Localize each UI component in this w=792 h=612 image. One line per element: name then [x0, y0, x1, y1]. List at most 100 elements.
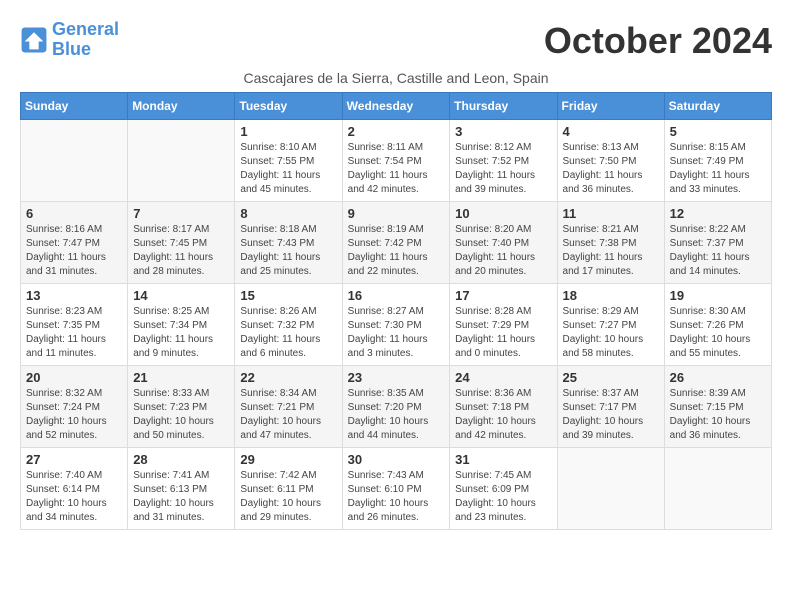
day-info: Sunrise: 8:18 AM Sunset: 7:43 PM Dayligh… — [240, 223, 336, 279]
calendar-cell: 1 Sunrise: 8:10 AM Sunset: 7:55 PM Daylig… — [235, 120, 342, 202]
day-info: Sunrise: 8:10 AM Sunset: 7:55 PM Dayligh… — [240, 141, 336, 197]
day-info: Sunrise: 8:28 AM Sunset: 7:29 PM Dayligh… — [455, 305, 551, 361]
subtitle: Cascajares de la Sierra, Castille and Le… — [20, 70, 772, 86]
calendar-cell: 16Sunrise: 8:27 AM Sunset: 7:30 PM Dayli… — [342, 284, 450, 366]
calendar-cell: 20 Sunrise: 8:32 AM Sunset: 7:24 PM Dayli… — [21, 366, 128, 448]
day-info: Sunrise: 7:43 AM Sunset: 6:10 PM Dayligh… — [348, 469, 445, 525]
day-number: 20 — [26, 370, 122, 385]
calendar-cell: 28Sunrise: 7:41 AM Sunset: 6:13 PM Dayli… — [128, 448, 235, 530]
weekday-header-row: SundayMondayTuesdayWednesdayThursdayFrid… — [21, 93, 772, 120]
day-number: 13 — [26, 288, 122, 303]
day-info: Sunrise: 8:15 AM Sunset: 7:49 PM Dayligh… — [670, 141, 766, 197]
day-info: Sunrise: 7:42 AM Sunset: 6:11 PM Dayligh… — [240, 469, 336, 525]
calendar-cell — [557, 448, 664, 530]
day-info: Sunrise: 8:11 AM Sunset: 7:54 PM Dayligh… — [348, 141, 445, 197]
day-info: Sunrise: 8:23 AM Sunset: 7:35 PM Dayligh… — [26, 305, 122, 361]
calendar-cell: 18Sunrise: 8:29 AM Sunset: 7:27 PM Dayli… — [557, 284, 664, 366]
day-number: 27 — [26, 452, 122, 467]
calendar-cell: 10Sunrise: 8:20 AM Sunset: 7:40 PM Dayli… — [450, 202, 557, 284]
day-info: Sunrise: 8:22 AM Sunset: 7:37 PM Dayligh… — [670, 223, 766, 279]
day-info: Sunrise: 8:36 AM Sunset: 7:18 PM Dayligh… — [455, 387, 551, 443]
calendar-cell: 30 Sunrise: 7:43 AM Sunset: 6:10 PM Dayli… — [342, 448, 450, 530]
day-number: 7 — [133, 206, 229, 221]
logo: General Blue — [20, 20, 119, 60]
logo-line2: Blue — [52, 39, 91, 59]
calendar-cell: 4Sunrise: 8:13 AM Sunset: 7:50 PM Daylig… — [557, 120, 664, 202]
month-title: October 2024 — [544, 20, 772, 62]
day-number: 8 — [240, 206, 336, 221]
day-info: Sunrise: 8:30 AM Sunset: 7:26 PM Dayligh… — [670, 305, 766, 361]
day-number: 23 — [348, 370, 445, 385]
day-number: 30 — [348, 452, 445, 467]
calendar-cell: 26Sunrise: 8:39 AM Sunset: 7:15 PM Dayli… — [664, 366, 771, 448]
day-info: Sunrise: 8:17 AM Sunset: 7:45 PM Dayligh… — [133, 223, 229, 279]
day-info: Sunrise: 8:32 AM Sunset: 7:24 PM Dayligh… — [26, 387, 122, 443]
day-number: 29 — [240, 452, 336, 467]
calendar-cell: 25 Sunrise: 8:37 AM Sunset: 7:17 PM Dayli… — [557, 366, 664, 448]
day-number: 3 — [455, 124, 551, 139]
calendar-week-row: 6 Sunrise: 8:16 AM Sunset: 7:47 PM Daylig… — [21, 202, 772, 284]
logo-text: General Blue — [52, 20, 119, 60]
calendar-cell: 14Sunrise: 8:25 AM Sunset: 7:34 PM Dayli… — [128, 284, 235, 366]
day-info: Sunrise: 8:35 AM Sunset: 7:20 PM Dayligh… — [348, 387, 445, 443]
day-number: 28 — [133, 452, 229, 467]
day-info: Sunrise: 7:45 AM Sunset: 6:09 PM Dayligh… — [455, 469, 551, 525]
calendar-week-row: 1 Sunrise: 8:10 AM Sunset: 7:55 PM Daylig… — [21, 120, 772, 202]
calendar-week-row: 27Sunrise: 7:40 AM Sunset: 6:14 PM Dayli… — [21, 448, 772, 530]
calendar-cell: 9 Sunrise: 8:19 AM Sunset: 7:42 PM Daylig… — [342, 202, 450, 284]
weekday-header: Thursday — [450, 93, 557, 120]
day-number: 25 — [563, 370, 659, 385]
calendar-cell: 12 Sunrise: 8:22 AM Sunset: 7:37 PM Dayli… — [664, 202, 771, 284]
day-number: 17 — [455, 288, 551, 303]
day-info: Sunrise: 8:19 AM Sunset: 7:42 PM Dayligh… — [348, 223, 445, 279]
calendar-cell: 7 Sunrise: 8:17 AM Sunset: 7:45 PM Daylig… — [128, 202, 235, 284]
day-number: 15 — [240, 288, 336, 303]
calendar-cell: 22Sunrise: 8:34 AM Sunset: 7:21 PM Dayli… — [235, 366, 342, 448]
day-number: 5 — [670, 124, 766, 139]
day-info: Sunrise: 8:34 AM Sunset: 7:21 PM Dayligh… — [240, 387, 336, 443]
day-info: Sunrise: 8:21 AM Sunset: 7:38 PM Dayligh… — [563, 223, 659, 279]
weekday-header: Saturday — [664, 93, 771, 120]
day-number: 11 — [563, 206, 659, 221]
calendar-cell: 2 Sunrise: 8:11 AM Sunset: 7:54 PM Daylig… — [342, 120, 450, 202]
day-number: 18 — [563, 288, 659, 303]
calendar-cell: 6 Sunrise: 8:16 AM Sunset: 7:47 PM Daylig… — [21, 202, 128, 284]
logo-line1: General — [52, 19, 119, 39]
day-number: 6 — [26, 206, 122, 221]
weekday-header: Monday — [128, 93, 235, 120]
calendar-cell: 17 Sunrise: 8:28 AM Sunset: 7:29 PM Dayli… — [450, 284, 557, 366]
day-info: Sunrise: 8:12 AM Sunset: 7:52 PM Dayligh… — [455, 141, 551, 197]
day-info: Sunrise: 8:16 AM Sunset: 7:47 PM Dayligh… — [26, 223, 122, 279]
calendar-cell: 24 Sunrise: 8:36 AM Sunset: 7:18 PM Dayli… — [450, 366, 557, 448]
calendar-cell: 15 Sunrise: 8:26 AM Sunset: 7:32 PM Dayli… — [235, 284, 342, 366]
calendar-cell: 23 Sunrise: 8:35 AM Sunset: 7:20 PM Dayli… — [342, 366, 450, 448]
day-number: 10 — [455, 206, 551, 221]
calendar-cell: 5 Sunrise: 8:15 AM Sunset: 7:49 PM Daylig… — [664, 120, 771, 202]
day-number: 12 — [670, 206, 766, 221]
calendar-cell: 8 Sunrise: 8:18 AM Sunset: 7:43 PM Daylig… — [235, 202, 342, 284]
logo-icon — [20, 26, 48, 54]
calendar-cell: 19 Sunrise: 8:30 AM Sunset: 7:26 PM Dayli… — [664, 284, 771, 366]
calendar-cell: 21Sunrise: 8:33 AM Sunset: 7:23 PM Dayli… — [128, 366, 235, 448]
weekday-header: Friday — [557, 93, 664, 120]
day-number: 1 — [240, 124, 336, 139]
day-number: 21 — [133, 370, 229, 385]
title-area: October 2024 — [544, 20, 772, 62]
day-info: Sunrise: 8:26 AM Sunset: 7:32 PM Dayligh… — [240, 305, 336, 361]
day-number: 2 — [348, 124, 445, 139]
day-number: 14 — [133, 288, 229, 303]
calendar-cell: 29 Sunrise: 7:42 AM Sunset: 6:11 PM Dayli… — [235, 448, 342, 530]
day-number: 19 — [670, 288, 766, 303]
day-info: Sunrise: 8:37 AM Sunset: 7:17 PM Dayligh… — [563, 387, 659, 443]
calendar-week-row: 20 Sunrise: 8:32 AM Sunset: 7:24 PM Dayli… — [21, 366, 772, 448]
calendar-cell: 27Sunrise: 7:40 AM Sunset: 6:14 PM Dayli… — [21, 448, 128, 530]
calendar-cell — [128, 120, 235, 202]
day-number: 9 — [348, 206, 445, 221]
weekday-header: Wednesday — [342, 93, 450, 120]
calendar-cell: 3 Sunrise: 8:12 AM Sunset: 7:52 PM Daylig… — [450, 120, 557, 202]
calendar-cell: 31Sunrise: 7:45 AM Sunset: 6:09 PM Dayli… — [450, 448, 557, 530]
day-info: Sunrise: 8:39 AM Sunset: 7:15 PM Dayligh… — [670, 387, 766, 443]
calendar-cell — [664, 448, 771, 530]
day-number: 24 — [455, 370, 551, 385]
header: General Blue October 2024 — [20, 20, 772, 62]
